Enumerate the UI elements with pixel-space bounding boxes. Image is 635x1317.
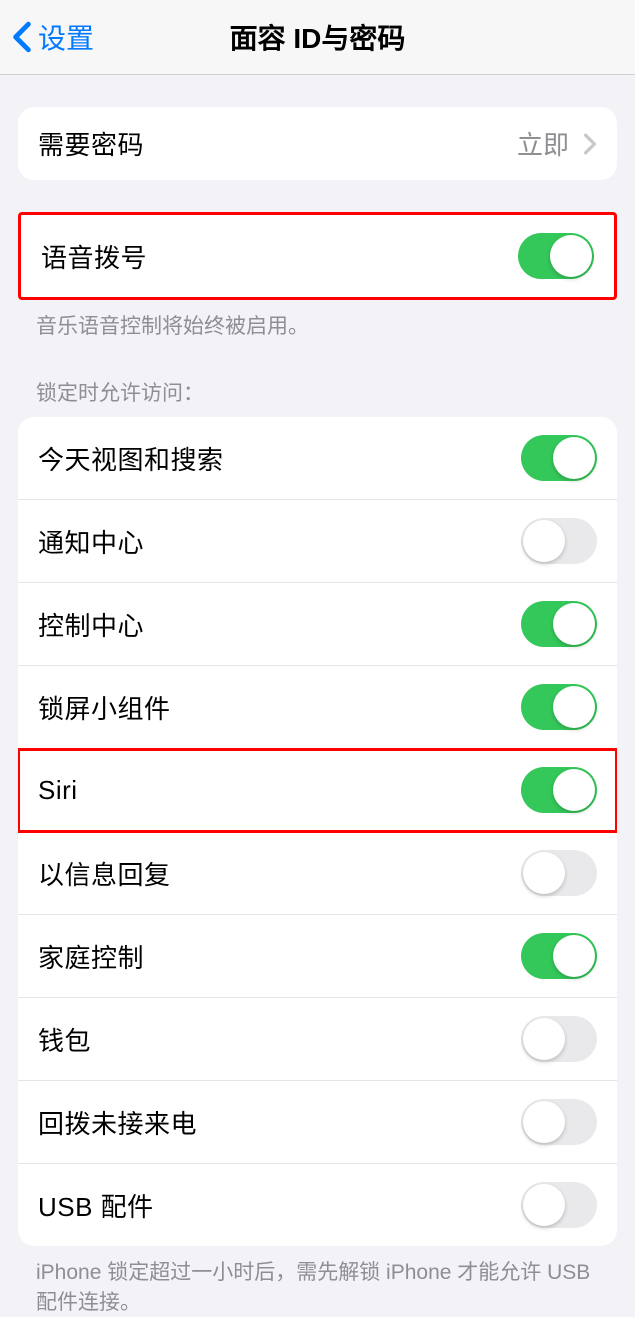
locked-access-toggle[interactable] [521, 684, 597, 730]
locked-access-row: USB 配件 [18, 1164, 617, 1246]
back-label: 设置 [38, 17, 94, 57]
locked-access-label: 钱包 [38, 1021, 91, 1058]
toggle-knob [550, 235, 592, 277]
toggle-knob [523, 1184, 565, 1226]
toggle-knob [523, 1018, 565, 1060]
back-button[interactable]: 设置 [12, 17, 94, 57]
locked-access-label: 通知中心 [38, 523, 144, 560]
locked-access-header: 锁定时允许访问： [0, 377, 635, 417]
locked-access-toggle[interactable] [521, 1099, 597, 1145]
locked-access-group: 今天视图和搜索通知中心控制中心锁屏小组件 Siri 以信息回复家庭控制钱包回拨未接来… [18, 417, 617, 1246]
locked-access-row: 锁屏小组件 [18, 666, 617, 749]
locked-access-toggle[interactable] [521, 1016, 597, 1062]
toggle-knob [523, 520, 565, 562]
page-title: 面容 ID与密码 [230, 17, 406, 57]
locked-access-label: 回拨未接来电 [38, 1104, 197, 1141]
locked-access-label: 以信息回复 [38, 855, 171, 892]
require-passcode-label: 需要密码 [38, 125, 144, 162]
require-passcode-row[interactable]: 需要密码 立即 [18, 107, 617, 180]
locked-access-row: 家庭控制 [18, 915, 617, 998]
locked-access-label: 锁屏小组件 [38, 689, 171, 726]
toggle-knob [553, 603, 595, 645]
toggle-knob [553, 935, 595, 977]
chevron-right-icon [583, 133, 597, 155]
voice-dial-row: 语音拨号 [21, 215, 614, 297]
toggle-knob [553, 686, 595, 728]
locked-access-toggle[interactable] [521, 1182, 597, 1228]
locked-access-label: 家庭控制 [38, 938, 144, 975]
locked-access-row: 以信息回复 [18, 832, 617, 915]
locked-access-row: 控制中心 [18, 583, 617, 666]
locked-access-label: Siri [38, 775, 78, 806]
locked-access-toggle[interactable] [521, 933, 597, 979]
voice-dial-label: 语音拨号 [41, 238, 147, 275]
locked-access-label: USB 配件 [38, 1187, 154, 1224]
voice-dial-group: 语音拨号 [18, 212, 617, 300]
locked-access-row: 通知中心 [18, 500, 617, 583]
toggle-knob [523, 852, 565, 894]
locked-access-toggle[interactable] [521, 518, 597, 564]
locked-access-toggle[interactable] [521, 767, 597, 813]
voice-dial-toggle[interactable] [518, 233, 594, 279]
locked-access-footer: iPhone 锁定超过一小时后，需先解锁 iPhone 才能允许 USB 配件连… [0, 1246, 635, 1317]
locked-access-toggle[interactable] [521, 435, 597, 481]
chevron-left-icon [12, 21, 32, 53]
locked-access-toggle[interactable] [521, 601, 597, 647]
toggle-knob [553, 437, 595, 479]
locked-access-label: 控制中心 [38, 606, 144, 643]
toggle-knob [523, 1101, 565, 1143]
locked-access-label: 今天视图和搜索 [38, 440, 224, 477]
locked-access-toggle[interactable] [521, 850, 597, 896]
navigation-bar: 设置 面容 ID与密码 [0, 0, 635, 75]
locked-access-row: 回拨未接来电 [18, 1081, 617, 1164]
toggle-knob [553, 769, 595, 811]
locked-access-row: 今天视图和搜索 [18, 417, 617, 500]
locked-access-row: 钱包 [18, 998, 617, 1081]
require-passcode-group: 需要密码 立即 [18, 107, 617, 180]
locked-access-row: Siri [18, 749, 617, 832]
require-passcode-value: 立即 [517, 125, 597, 162]
voice-dial-footer: 音乐语音控制将始终被启用。 [0, 300, 635, 341]
